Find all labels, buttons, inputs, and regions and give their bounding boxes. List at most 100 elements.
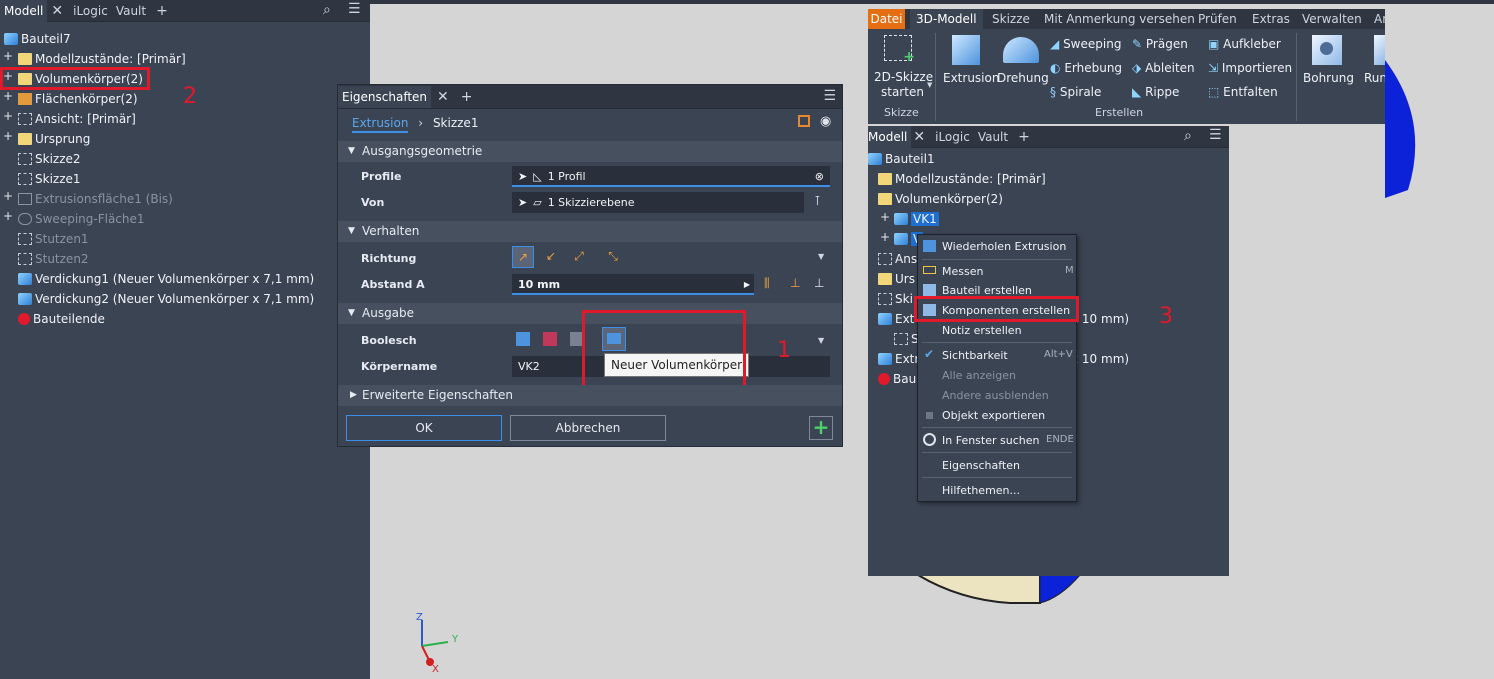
menu-item-sichtbarkeit[interactable]: Sichtbarkeit [942, 349, 1008, 362]
tab-vault[interactable]: Vault [974, 126, 1012, 148]
tree-item-modellzustaende[interactable]: Modellzustände: [Primär] [878, 169, 1046, 189]
section-ausgangsgeometrie[interactable]: ▼ Ausgangsgeometrie [338, 141, 842, 162]
menu-icon[interactable]: ☰ [1209, 127, 1222, 143]
sketch-start-label-1[interactable]: 2D-Skizze [874, 70, 933, 84]
tree-item-bauteilende[interactable]: Bauteilende [18, 309, 105, 329]
direction-symmetric-button[interactable]: ⤢ [568, 246, 590, 268]
add-tab-icon[interactable]: + [1018, 129, 1030, 145]
tab-ilogic[interactable]: iLogic [69, 0, 112, 22]
tree-item-verdickung2[interactable]: Verdickung2 (Neuer Volumenkörper x 7,1 m… [18, 289, 314, 309]
section-erweiterte-eigenschaften[interactable]: ▶ Erweiterte Eigenschaften [338, 385, 842, 406]
menu-icon[interactable]: ☰ [348, 1, 361, 17]
menu-item-in-fenster-suchen[interactable]: In Fenster suchen [942, 434, 1039, 447]
menu-item-objekt-exportieren[interactable]: Objekt exportieren [942, 409, 1045, 422]
tree-item-extrusion2[interactable]: Extr [878, 349, 919, 369]
import-button[interactable]: ⇲ Importieren [1208, 61, 1292, 75]
tab-datei[interactable]: Datei [868, 9, 905, 29]
tree-item-extrusionsflaeche1[interactable]: Extrusionsfläche1 (Bis) [18, 189, 173, 209]
tree-item-bauteil1[interactable]: Bauteil1 [868, 149, 935, 169]
tab-verwalten[interactable]: Verwalten [1302, 9, 1362, 29]
expand-icon[interactable]: + [880, 210, 890, 224]
search-icon[interactable]: ⌕ [323, 2, 331, 18]
clear-selection-icon[interactable]: ⊗ [815, 166, 824, 187]
to-icon[interactable]: ⊥ [790, 276, 800, 290]
menu-item-eigenschaften[interactable]: Eigenschaften [942, 459, 1020, 472]
tree-item-verdickung1[interactable]: Verdickung1 (Neuer Volumenkörper x 7,1 m… [18, 269, 314, 289]
decal-button[interactable]: ▣ Aufkleber [1208, 37, 1281, 51]
add-tab-icon[interactable]: + [156, 3, 168, 19]
tab-extras[interactable]: Extras [1252, 9, 1290, 29]
menu-item-notiz-erstellen[interactable]: Notiz erstellen [942, 324, 1022, 337]
sweep-button[interactable]: ◢ Sweeping [1050, 37, 1121, 51]
distance-mode-icon[interactable]: ⫼ [764, 276, 770, 291]
tree-item-ursprung[interactable]: Ursprung [18, 129, 90, 149]
tab-modell[interactable]: Modell [0, 0, 48, 22]
expand-icon[interactable]: + [880, 230, 890, 244]
extrusion-icon[interactable] [952, 35, 980, 65]
tab-3d-modell[interactable]: 3D-Modell [910, 9, 983, 29]
direction-asymmetric-button[interactable]: ⤡ [602, 246, 624, 268]
add-tab-icon[interactable]: + [461, 89, 473, 105]
expand-icon[interactable]: + [3, 189, 13, 203]
apply-plus-button[interactable]: + [809, 416, 833, 440]
breadcrumb-link-extrusion[interactable]: Extrusion [352, 116, 409, 133]
through-all-icon[interactable]: ⊥ [814, 276, 824, 290]
tree-item-skizze2[interactable]: Skizze2 [18, 149, 81, 169]
hole-button[interactable]: Bohrung [1303, 71, 1354, 85]
tree-item-stutzen1[interactable]: Stutzen1 [18, 229, 89, 249]
tree-item-volumenkoerper[interactable]: Volumenkörper(2) [878, 189, 1003, 209]
tree-item-modellzustaende[interactable]: Modellzustände: [Primär] [18, 49, 186, 69]
expand-icon[interactable]: + [3, 89, 13, 103]
expand-icon[interactable]: + [3, 209, 13, 223]
preview-toggle-icon[interactable] [798, 115, 810, 127]
menu-icon[interactable]: ☰ [823, 88, 836, 104]
ok-button[interactable]: OK [346, 415, 502, 441]
close-icon[interactable]: ✕ [51, 3, 63, 19]
tab-an[interactable]: An [1374, 9, 1385, 29]
tree-item-stutzen2[interactable]: Stutzen2 [18, 249, 89, 269]
close-icon[interactable]: ✕ [913, 129, 925, 145]
close-icon[interactable]: ✕ [437, 89, 449, 105]
tree-item-ursprung[interactable]: Urs [878, 269, 915, 289]
chevron-down-icon[interactable]: ▼ [927, 81, 932, 89]
tree-item-flaechenkoerper[interactable]: Flächenkörper(2) [18, 89, 138, 109]
tab-vault[interactable]: Vault [112, 0, 150, 22]
fillet-button[interactable]: Run [1364, 71, 1385, 85]
hole-icon[interactable] [1312, 35, 1342, 65]
tree-item-skizze[interactable]: Ski [878, 289, 913, 309]
chevron-down-icon[interactable]: ▼ [818, 336, 824, 345]
distance-input[interactable]: 10 mm ▶ [512, 274, 754, 295]
tab-ilogic[interactable]: iLogic [931, 126, 974, 148]
dialog-title[interactable]: Eigenschaften [338, 85, 432, 108]
extrusion-button[interactable]: Extrusion [943, 71, 999, 85]
tab-mit-anmerkung[interactable]: Mit Anmerkung versehen [1044, 9, 1195, 29]
tree-item-bauteilende[interactable]: Bau [878, 369, 916, 389]
expand-icon[interactable]: + [3, 109, 13, 123]
profile-selector[interactable]: ➤ ◺ 1 Profil ⊗ [512, 166, 830, 187]
boolean-cut-button[interactable] [543, 332, 557, 346]
unwrap-button[interactable]: ⬚ Entfalten [1208, 85, 1278, 99]
derive-button[interactable]: ⬗ Ableiten [1132, 61, 1195, 75]
tree-item-sweeping-flaeche1[interactable]: Sweeping-Fläche1 [18, 209, 145, 229]
tree-item-bauteil7[interactable]: Bauteil7 [4, 29, 71, 49]
distance-menu-arrow-icon[interactable]: ▶ [744, 274, 750, 295]
coil-button[interactable]: § Spirale [1050, 85, 1101, 99]
direction-default-button[interactable]: ↗ [512, 246, 534, 268]
emboss-button[interactable]: ✎ Prägen [1132, 37, 1188, 51]
menu-item-wiederholen-extrusion[interactable]: Wiederholen Extrusion [942, 240, 1066, 253]
menu-item-messen[interactable]: Messen [942, 265, 983, 278]
direction-flip-button[interactable]: ↙ [540, 246, 562, 268]
visibility-eye-icon[interactable]: ◉ [820, 114, 831, 129]
tree-item-ansicht[interactable]: Ansicht: [Primär] [18, 109, 136, 129]
chevron-down-icon[interactable]: ▼ [818, 252, 824, 261]
from-selector[interactable]: ➤ ▱ 1 Skizzierebene [512, 192, 804, 213]
revolve-button[interactable]: Drehung [997, 71, 1049, 85]
expand-icon[interactable]: + [3, 129, 13, 143]
section-verhalten[interactable]: ▼ Verhalten [338, 221, 842, 242]
rib-button[interactable]: ◣ Rippe [1132, 85, 1179, 99]
tab-skizze[interactable]: Skizze [992, 9, 1030, 29]
cancel-button[interactable]: Abbrechen [510, 415, 666, 441]
tab-modell[interactable]: Modell [868, 125, 912, 148]
fillet-icon[interactable] [1374, 35, 1385, 65]
tab-pruefen[interactable]: Prüfen [1198, 9, 1237, 29]
